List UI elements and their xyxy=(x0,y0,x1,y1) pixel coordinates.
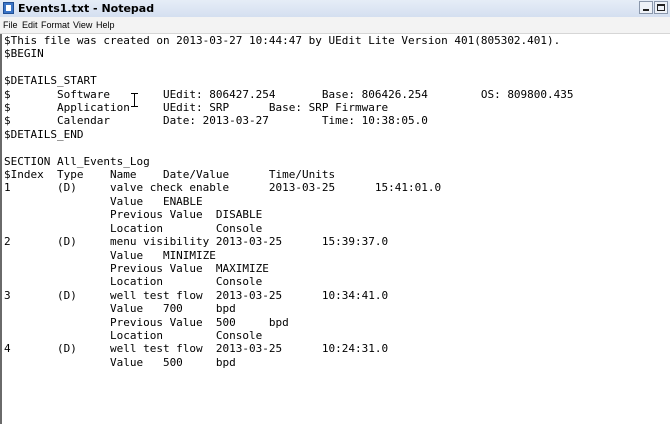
text-editor[interactable]: $This file was created on 2013-03-27 10:… xyxy=(0,34,670,424)
text-line: $DETAILS_END xyxy=(4,127,84,141)
text-cursor-icon xyxy=(131,93,138,107)
document-text[interactable]: $This file was created on 2013-03-27 10:… xyxy=(2,34,670,369)
text-line: $This file was created on 2013-03-27 10:… xyxy=(4,34,561,47)
minimize-button[interactable] xyxy=(639,1,653,14)
text-line: Location Console xyxy=(4,328,263,342)
text-line: Value MINIMIZE xyxy=(4,248,216,262)
text-line: $Index Type Name Date/Value Time/Units xyxy=(4,168,336,182)
menu-format[interactable]: Format xyxy=(41,19,70,31)
window-controls xyxy=(639,1,668,16)
title-bar: Events1.txt - Notepad xyxy=(0,0,670,18)
text-line: Location Console xyxy=(4,275,263,289)
menu-file[interactable]: File xyxy=(3,19,18,31)
text-line: SECTION All_Events_Log xyxy=(4,154,150,168)
text-line: Location Console xyxy=(4,221,263,235)
text-line: $ Software UEdit: 806427.254 Base: 80642… xyxy=(4,87,574,101)
menu-view[interactable]: View xyxy=(73,19,92,31)
text-line: Previous Value DISABLE xyxy=(4,208,263,222)
notepad-icon xyxy=(3,2,14,14)
menu-edit[interactable]: Edit xyxy=(22,19,38,31)
text-line: $ Calendar Date: 2013-03-27 Time: 10:38:… xyxy=(4,114,428,128)
text-line: $ Application UEdit: SRP Base: SRP Firmw… xyxy=(4,101,389,115)
text-line: 2 (D) menu visibility 2013-03-25 15:39:3… xyxy=(4,235,389,249)
maximize-button[interactable] xyxy=(654,1,668,14)
text-line: 4 (D) well test flow 2013-03-25 10:24:31… xyxy=(4,342,389,356)
text-line: 1 (D) valve check enable 2013-03-25 15:4… xyxy=(4,181,442,195)
menu-bar: File Edit Format View Help xyxy=(0,17,670,34)
text-line: 3 (D) well test flow 2013-03-25 10:34:41… xyxy=(4,288,389,302)
text-line: $BEGIN xyxy=(4,47,44,61)
text-line: Previous Value MAXIMIZE xyxy=(4,261,269,275)
text-line: $DETAILS_START xyxy=(4,74,97,88)
text-line: Previous Value 500 bpd xyxy=(4,315,289,329)
text-line: Value 500 bpd xyxy=(4,355,236,369)
window-title: Events1.txt - Notepad xyxy=(18,2,155,15)
text-line: Value ENABLE xyxy=(4,194,203,208)
menu-help[interactable]: Help xyxy=(96,19,115,31)
text-line: Value 700 bpd xyxy=(4,302,236,316)
